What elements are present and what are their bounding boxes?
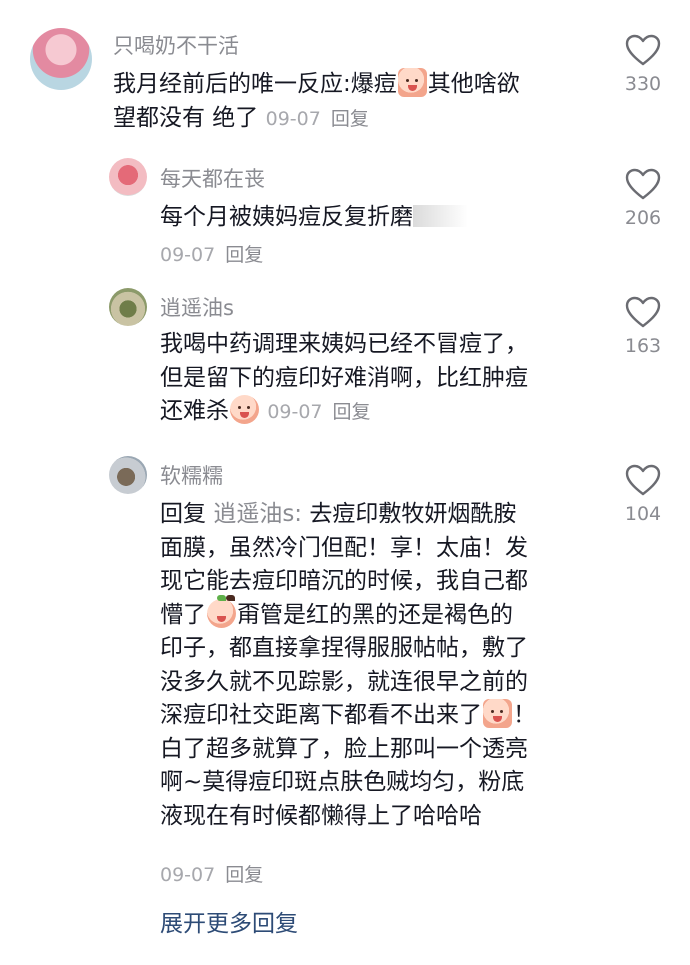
surprised-face-icon xyxy=(483,699,512,728)
like-count: 206 xyxy=(624,207,662,229)
heart-outline-icon xyxy=(625,34,661,66)
comment-text-part: 我月经前后的唯一反应:爆痘 xyxy=(113,71,397,97)
comment-text-line: 面膜，虽然冷门但配！享！太庙！发 xyxy=(160,534,528,561)
reply-prefix: 回复 xyxy=(160,501,206,527)
comment-text-line: 印子，都直接拿捏得服服帖帖，敷了 xyxy=(160,635,528,661)
comment-text-line: 现它能去痘印暗沉的时候，我自己都 xyxy=(160,568,528,594)
comment-text-line: 没多久就不见踪影，就连很早之前的 xyxy=(160,668,528,695)
comment-date: 09-07 xyxy=(160,244,216,266)
crying-face-icon xyxy=(397,68,427,97)
shocked-face-icon xyxy=(230,395,259,424)
comment-text-part: 每个月被姨妈痘反复折磨 xyxy=(160,204,413,230)
like-button[interactable]: 330 xyxy=(618,34,668,95)
reply-button[interactable]: 回复 xyxy=(331,108,369,130)
comment-meta: 09-07 回复 xyxy=(267,401,370,423)
comment-text-part: 望都没有 绝了 xyxy=(113,104,259,131)
comment-meta: 09-07 回复 xyxy=(160,240,263,267)
comment-username[interactable]: 软糯糯 xyxy=(160,460,223,490)
comment-text: 每个月被姨妈痘反复折磨 xyxy=(160,201,580,235)
like-count: 163 xyxy=(624,335,662,357)
comment-text: 我喝中药调理来姨妈已经不冒痘了， 但是留下的痘印好难消啊，比红肿痘 还难杀 09… xyxy=(160,328,600,430)
like-button[interactable]: 206 xyxy=(618,168,668,229)
comment-date: 09-07 xyxy=(267,401,323,423)
heart-outline-icon xyxy=(625,464,661,496)
reply-target-username[interactable]: 逍遥油s: xyxy=(213,501,302,527)
comment-text: 我月经前后的唯一反应:爆痘 其他啥欲 望都没有 绝了 09-07 回复 xyxy=(113,68,593,136)
peach-face-icon xyxy=(207,594,236,628)
comment-text: 回复 逍遥油s: 去痘印敷牧妍烟酰胺 面膜，虽然冷门但配！享！太庙！发 现它能去… xyxy=(160,498,600,833)
avatar[interactable] xyxy=(109,456,147,494)
comment-text-line: 去痘印敷牧妍烟酰胺 xyxy=(309,501,517,527)
comment-text-line: 但是留下的痘印好难消啊，比红肿痘 xyxy=(160,364,528,391)
comment-text-line: 甭管是红的黑的还是褐色的 xyxy=(237,601,513,628)
reply-button[interactable]: 回复 xyxy=(333,401,371,423)
comment-date: 09-07 xyxy=(160,864,216,886)
comment-text-line: 我喝中药调理来姨妈已经不冒痘了， xyxy=(160,331,528,357)
reply-button[interactable]: 回复 xyxy=(225,864,263,886)
comment-username[interactable]: 逍遥油s xyxy=(160,292,234,322)
comment-text-line: 啊~莫得痘印斑点肤色贼均匀，粉底 xyxy=(160,769,525,795)
comment-username[interactable]: 只喝奶不干活 xyxy=(113,30,239,60)
avatar[interactable] xyxy=(30,28,92,90)
comment-text-line: 白了超多就算了，脸上那叫一个透亮 xyxy=(160,735,528,762)
text-fade xyxy=(413,205,468,227)
comment-text-part: 其他啥欲 xyxy=(427,71,520,97)
like-button[interactable]: 163 xyxy=(618,296,668,357)
reply-button[interactable]: 回复 xyxy=(225,244,263,266)
avatar[interactable] xyxy=(109,158,147,196)
heart-outline-icon xyxy=(625,168,661,200)
comment-meta: 09-07 回复 xyxy=(266,108,369,130)
like-count: 330 xyxy=(624,73,662,95)
comment-text-line: 还难杀 xyxy=(160,398,229,424)
comment-text-line: 深痘印社交距离下都看不出来了 xyxy=(160,702,482,728)
comment-date: 09-07 xyxy=(265,107,321,130)
expand-more-replies-link[interactable]: 展开更多回复 xyxy=(160,904,298,938)
comment-text-line: 液现在有时候都懒得上了哈哈哈 xyxy=(160,802,482,829)
comment-username[interactable]: 每天都在丧 xyxy=(160,163,265,193)
avatar[interactable] xyxy=(109,288,147,326)
comment-meta: 09-07 回复 xyxy=(160,860,263,887)
comment-text-line: ！ xyxy=(513,702,536,728)
heart-outline-icon xyxy=(625,296,661,328)
like-button[interactable]: 104 xyxy=(618,464,668,525)
like-count: 104 xyxy=(624,503,662,525)
comment-text-line: 懵了 xyxy=(160,601,206,628)
